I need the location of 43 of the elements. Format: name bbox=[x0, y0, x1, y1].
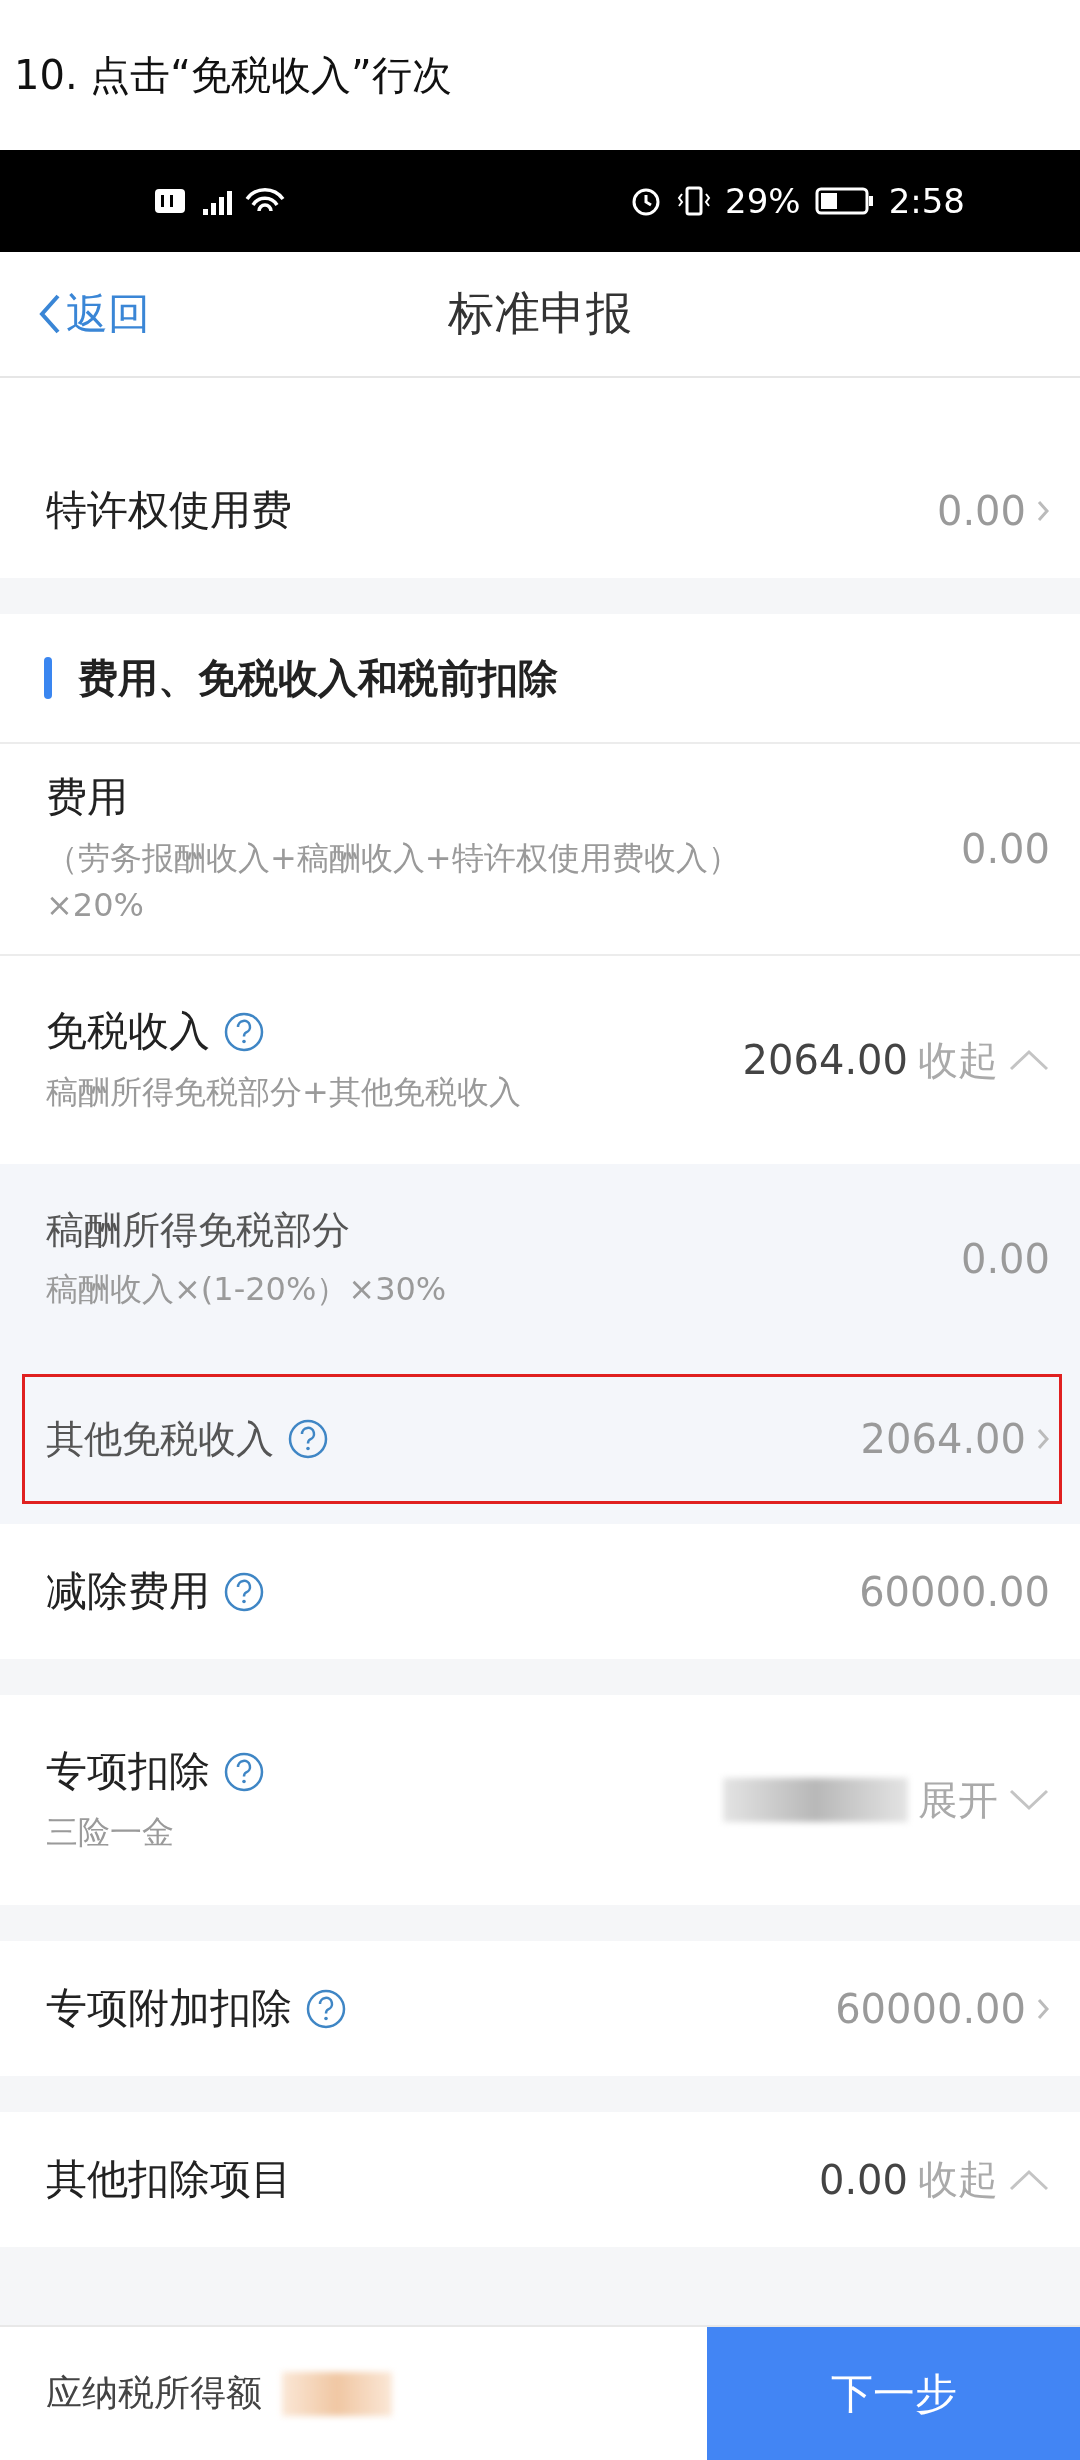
vibrate-icon bbox=[677, 184, 712, 218]
row-label: 稿酬所得免税部分 bbox=[46, 1207, 350, 1255]
page-title: 标准申报 bbox=[448, 285, 632, 342]
accent-bar bbox=[44, 657, 52, 699]
row-value: 0.00 bbox=[960, 826, 1050, 872]
row-value: 60000.00 bbox=[835, 1985, 1026, 2032]
row-note: 稿酬所得免税部分+其他免税收入 bbox=[46, 1072, 522, 1114]
row-note: 三险一金 bbox=[46, 1812, 175, 1854]
help-icon[interactable] bbox=[224, 1011, 264, 1052]
row-value: 0.00 bbox=[960, 1236, 1050, 1282]
help-icon[interactable] bbox=[288, 1419, 328, 1459]
list-row[interactable]: 稿酬所得免税部分 稿酬收入×(1-20%）×30% 0.00 bbox=[0, 1164, 1080, 1354]
chevron-right-icon bbox=[1036, 498, 1050, 523]
chevron-right-icon bbox=[1036, 1996, 1050, 2021]
next-button[interactable]: 下一步 bbox=[707, 2327, 1080, 2460]
row-value: 60000.00 bbox=[859, 1568, 1050, 1615]
row-label: 免税收入 bbox=[46, 1006, 210, 1058]
help-icon[interactable] bbox=[306, 1988, 346, 2029]
chevron-right-icon bbox=[1036, 1427, 1050, 1451]
clock-time: 2:58 bbox=[888, 181, 965, 221]
battery-percent: 29% bbox=[725, 181, 801, 221]
row-value: 2064.00 bbox=[742, 1037, 908, 1083]
back-icon bbox=[38, 293, 62, 335]
step-caption: 10. 点击“免税收入”行次 bbox=[14, 50, 452, 100]
row-label: 其他扣除项目 bbox=[46, 2154, 292, 2205]
help-icon[interactable] bbox=[224, 1571, 264, 1612]
row-value: 2064.00 bbox=[860, 1416, 1026, 1462]
row-label: 费用 bbox=[46, 772, 128, 824]
row-note: 稿酬收入×(1-20%）×30% bbox=[46, 1269, 448, 1311]
battery-icon bbox=[814, 186, 875, 216]
taxable-income-label: 应纳税所得额 bbox=[46, 2371, 262, 2415]
row-label: 减除费用 bbox=[46, 1566, 210, 1617]
list-row[interactable]: 其他免税收入 2064.00 bbox=[0, 1354, 1080, 1524]
row-label: 其他免税收入 bbox=[46, 1415, 274, 1463]
row-value: 0.00 bbox=[818, 2156, 908, 2203]
row-value: 0.00 bbox=[936, 487, 1026, 534]
row-note: （劳务报酬收入+稿酬收入+特许权使用费收入）×20% bbox=[46, 838, 741, 926]
row-label: 特许权使用费 bbox=[46, 485, 292, 536]
section-heading: 费用、免税收入和税前扣除 bbox=[78, 653, 558, 703]
back-link[interactable]: 返回 bbox=[38, 286, 150, 342]
row-label: 专项附加扣除 bbox=[46, 1983, 292, 2034]
help-icon[interactable] bbox=[224, 1751, 264, 1792]
row-label: 专项扣除 bbox=[46, 1746, 210, 1798]
